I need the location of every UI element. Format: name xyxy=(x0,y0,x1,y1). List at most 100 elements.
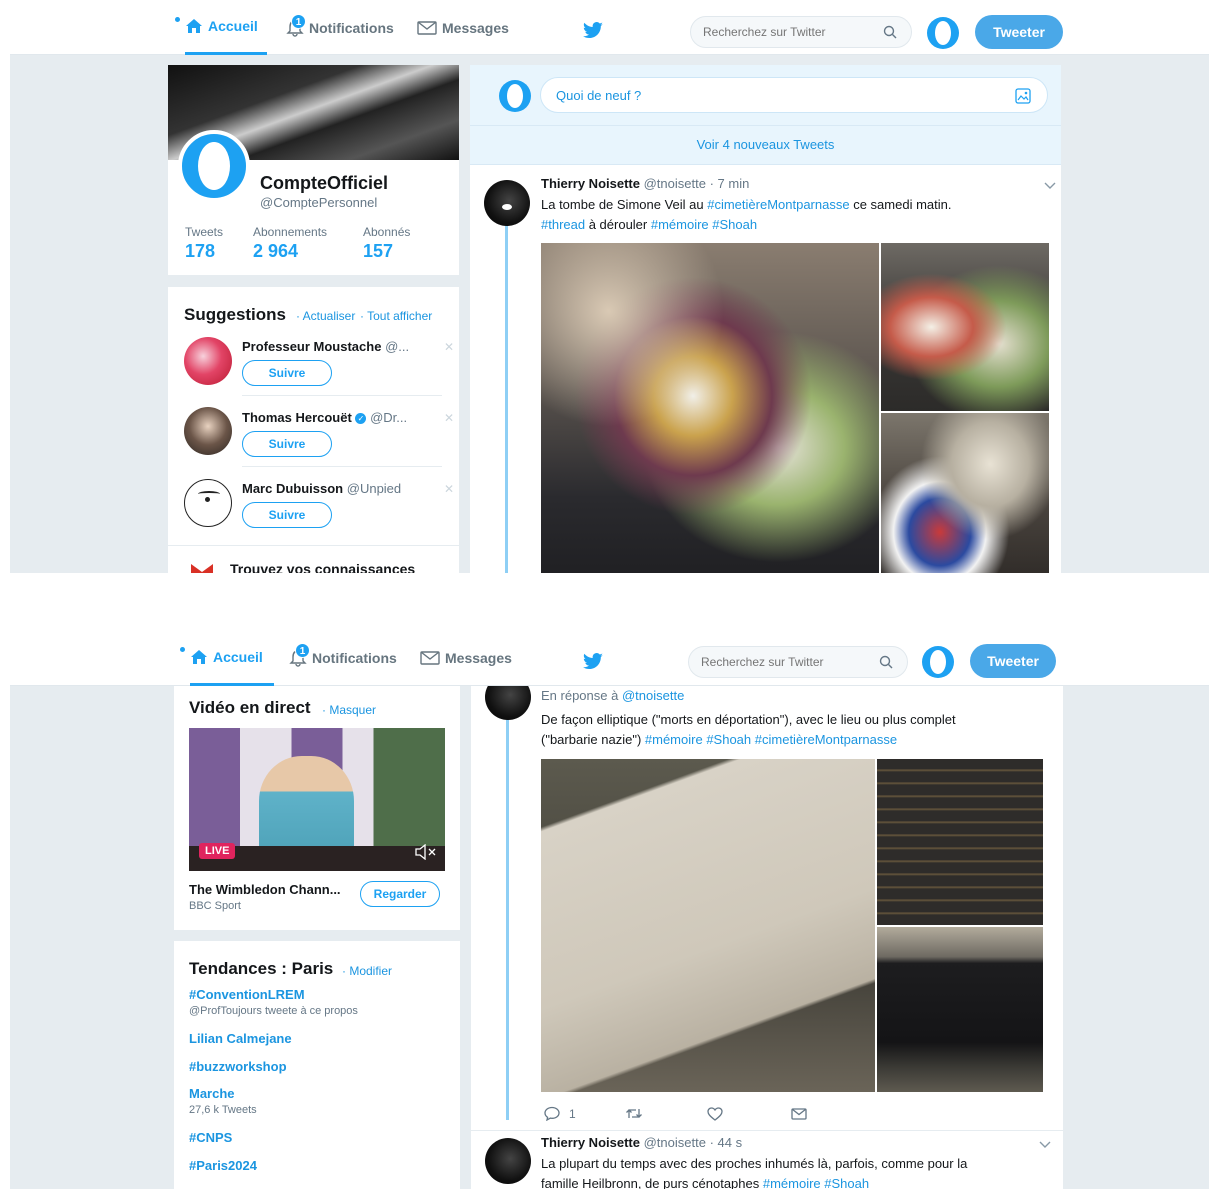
stat-following-value[interactable]: 2 964 xyxy=(253,241,298,262)
stat-tweets-value[interactable]: 178 xyxy=(185,241,215,262)
stat-tweets-label[interactable]: Tweets xyxy=(185,225,223,239)
envelope-icon xyxy=(417,20,437,35)
tweet-time[interactable]: · 7 min xyxy=(710,176,750,191)
hashtag-link[interactable]: #cimetièreMontparnasse xyxy=(707,197,849,212)
stat-following-label[interactable]: Abonnements xyxy=(253,225,327,239)
tweet-author[interactable]: Thierry Noisette xyxy=(541,176,640,191)
suggestion-3[interactable]: Marc Dubuisson @Unpied xyxy=(242,481,401,496)
hashtag-link[interactable]: #mémoire xyxy=(651,217,709,232)
trend-item[interactable]: #buzzworkshop xyxy=(189,1059,287,1074)
new-tweets-bar[interactable]: Voir 4 nouveaux Tweets xyxy=(470,125,1061,165)
tweet-avatar[interactable] xyxy=(484,180,530,226)
new-content-dot xyxy=(175,17,180,22)
suggestion-handle-1: @... xyxy=(385,339,410,354)
watch-button[interactable]: Regarder xyxy=(360,881,440,907)
tweet-photo-5[interactable] xyxy=(877,759,1043,925)
search-icon[interactable] xyxy=(879,655,893,669)
profile-name[interactable]: CompteOfficiel xyxy=(260,173,388,194)
tweet-photo-3[interactable] xyxy=(881,413,1049,573)
composer-avatar[interactable] xyxy=(499,80,531,112)
mute-icon[interactable] xyxy=(415,844,437,860)
heart-icon[interactable] xyxy=(707,1107,723,1121)
trend-item[interactable]: Lilian Calmejane xyxy=(189,1031,292,1046)
tweet-photo-2[interactable] xyxy=(881,243,1049,411)
tweet-header: Thierry Noisette @tnoisette · 7 min xyxy=(541,176,749,191)
tweet-handle[interactable]: @tnoisette xyxy=(644,1135,706,1150)
video-channel-name[interactable]: The Wimbledon Chann... xyxy=(189,882,341,897)
image-icon[interactable] xyxy=(1015,88,1031,104)
twitter-bird-icon[interactable] xyxy=(582,653,604,671)
trend-item[interactable]: #Paris2024 xyxy=(189,1158,257,1173)
hashtag-link[interactable]: #thread xyxy=(541,217,585,232)
tweet-text-part: famille Heilbronn, de purs cénotaphes xyxy=(541,1176,763,1189)
trend-item[interactable]: #ConventionLREM xyxy=(189,987,305,1002)
hashtag-link[interactable]: #Shoah xyxy=(706,732,751,747)
tweet-button[interactable]: Tweeter xyxy=(970,644,1056,678)
hashtag-link[interactable]: #Shoah xyxy=(824,1176,869,1189)
dismiss-icon-1[interactable]: ✕ xyxy=(444,340,454,354)
tweet-time[interactable]: · 44 s xyxy=(710,1135,743,1150)
nav-home[interactable]: Accueil xyxy=(185,0,267,55)
nav-notifications[interactable]: Notifications xyxy=(289,630,397,686)
suggestion-1[interactable]: Professeur Moustache @... xyxy=(242,339,409,354)
tweet-author[interactable]: Thierry Noisette xyxy=(541,1135,640,1150)
suggestion-avatar-3[interactable] xyxy=(184,479,232,527)
hashtag-link[interactable]: #mémoire xyxy=(763,1176,821,1189)
nav-messages[interactable]: Messages xyxy=(420,630,512,686)
tweet-photo-4[interactable] xyxy=(541,759,875,1092)
search-input[interactable] xyxy=(688,646,908,678)
stat-followers-label[interactable]: Abonnés xyxy=(363,225,410,239)
envelope-icon xyxy=(420,651,440,665)
suggestions-view-all-link[interactable]: · Tout afficher xyxy=(360,309,432,323)
hashtag-link[interactable]: #Shoah xyxy=(712,217,757,232)
suggestion-avatar-1[interactable] xyxy=(184,337,232,385)
trend-item[interactable]: Marche xyxy=(189,1086,235,1101)
video-player[interactable]: LIVE xyxy=(189,728,445,871)
tweet-photo-1[interactable] xyxy=(541,243,879,573)
suggestion-avatar-2[interactable] xyxy=(184,407,232,455)
dismiss-icon-2[interactable]: ✕ xyxy=(444,411,454,425)
tweet-photo-6[interactable] xyxy=(877,927,1043,1092)
retweet-icon[interactable] xyxy=(625,1107,643,1120)
composer-input[interactable]: Quoi de neuf ? xyxy=(540,77,1048,113)
suggestion-2[interactable]: Thomas Hercouët ✓ @Dr... xyxy=(242,410,407,425)
chevron-down-icon[interactable] xyxy=(1044,182,1056,190)
user-avatar[interactable] xyxy=(922,646,954,678)
follow-button-2[interactable]: Suivre xyxy=(242,431,332,457)
modify-trends-link[interactable]: · Modifier xyxy=(342,964,392,978)
suggestions-title: Suggestions xyxy=(184,305,287,324)
suggestions-refresh-link[interactable]: · Actualiser xyxy=(296,309,355,323)
avatar-face xyxy=(198,491,220,497)
divider xyxy=(168,545,459,546)
home-icon xyxy=(186,19,202,33)
tweet-text-part: ce samedi matin. xyxy=(849,197,952,212)
nav-home[interactable]: Accueil xyxy=(190,630,274,686)
hide-link[interactable]: · Masquer xyxy=(322,703,376,717)
nav-messages[interactable]: Messages xyxy=(417,0,509,55)
screenshot-bottom: En réponse à @tnoisette De façon ellipti… xyxy=(10,630,1209,1189)
suggestion-handle-3: @Unpied xyxy=(346,481,402,496)
follow-button-1[interactable]: Suivre xyxy=(242,360,332,386)
tweet-handle[interactable]: @tnoisette xyxy=(644,176,706,191)
profile-handle[interactable]: @ComptePersonnel xyxy=(260,195,377,210)
tweet-avatar[interactable] xyxy=(485,1138,531,1184)
user-avatar[interactable] xyxy=(927,17,959,49)
trend-item[interactable]: #CNPS xyxy=(189,1130,232,1145)
profile-avatar[interactable] xyxy=(178,130,250,202)
stat-followers-value[interactable]: 157 xyxy=(363,241,393,262)
video-source: BBC Sport xyxy=(189,900,241,912)
find-friends-link[interactable]: Trouvez vos connaissances xyxy=(230,561,415,573)
trends-card: Tendances : Paris · Modifier #Convention… xyxy=(174,941,460,1189)
follow-button-3[interactable]: Suivre xyxy=(242,502,332,528)
dismiss-icon-3[interactable]: ✕ xyxy=(444,482,454,496)
twitter-bird-icon[interactable] xyxy=(582,22,604,40)
direct-message-icon[interactable] xyxy=(791,1108,807,1120)
search-icon[interactable] xyxy=(883,25,897,39)
search-input[interactable] xyxy=(690,16,912,48)
reply-to-link[interactable]: @tnoisette xyxy=(622,688,684,703)
reply-icon[interactable] xyxy=(544,1106,560,1121)
hashtag-link[interactable]: #cimetièreMontparnasse xyxy=(755,732,897,747)
hashtag-link[interactable]: #mémoire xyxy=(645,732,703,747)
chevron-down-icon[interactable] xyxy=(1039,1141,1051,1149)
tweet-button[interactable]: Tweeter xyxy=(975,15,1063,49)
